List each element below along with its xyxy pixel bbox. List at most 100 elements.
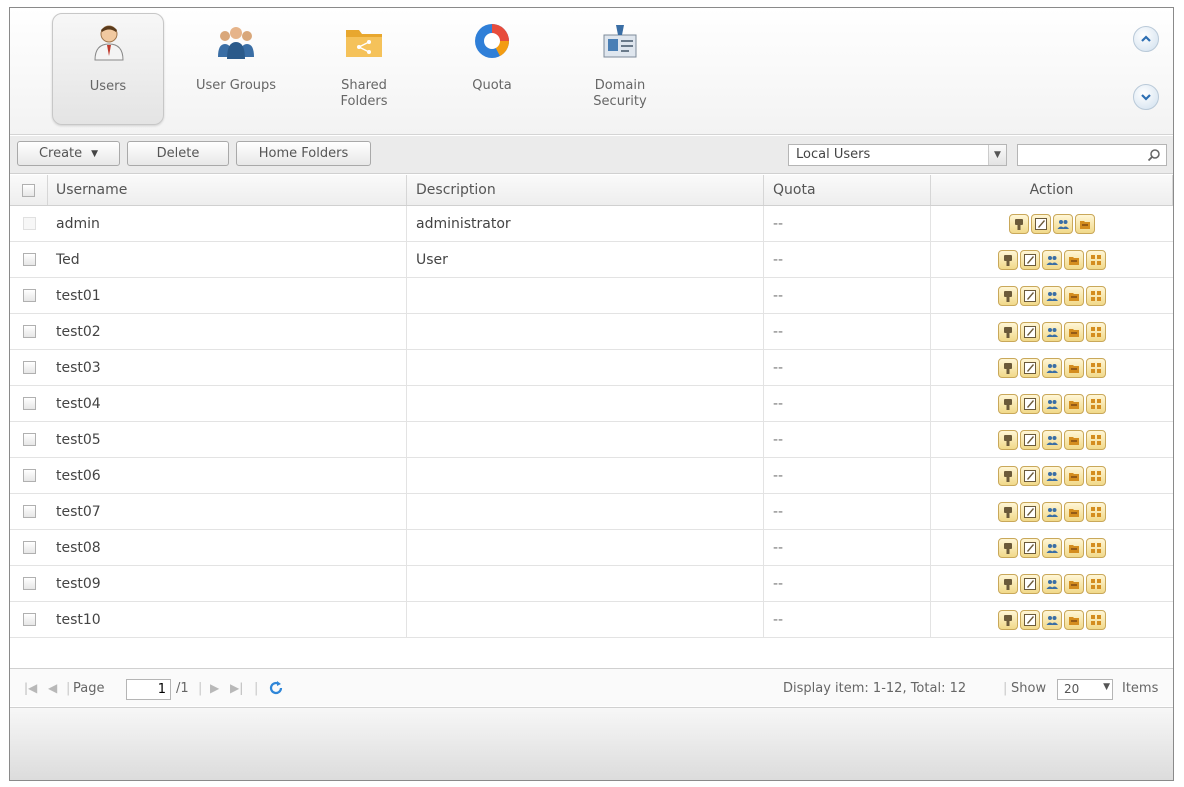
edit-profile-button[interactable] — [1020, 537, 1040, 558]
row-checkbox[interactable] — [22, 361, 36, 374]
edit-group-button[interactable] — [1042, 465, 1062, 486]
scroll-down-button[interactable] — [1133, 84, 1159, 110]
change-password-button[interactable] — [998, 249, 1018, 270]
next-page-icon[interactable]: ▶ — [210, 669, 219, 707]
change-password-button[interactable] — [998, 429, 1018, 450]
application-privilege-button[interactable] — [1086, 249, 1106, 270]
edit-shared-folder-button[interactable] — [1064, 537, 1084, 558]
user-type-select[interactable]: Local Users ▼ — [788, 144, 1007, 166]
row-checkbox[interactable] — [22, 289, 36, 302]
table-row[interactable]: admin administrator -- — [10, 206, 1173, 242]
edit-group-button[interactable] — [1042, 321, 1062, 342]
row-checkbox[interactable] — [22, 253, 36, 266]
table-row[interactable]: test09 -- — [10, 566, 1173, 602]
change-password-button[interactable] — [998, 285, 1018, 306]
table-row[interactable]: test03 -- — [10, 350, 1173, 386]
edit-shared-folder-button[interactable] — [1075, 213, 1095, 234]
nav-domain-security[interactable]: Domain Security — [564, 13, 676, 125]
previous-page-icon[interactable]: ◀ — [48, 669, 57, 707]
row-checkbox[interactable] — [22, 613, 36, 626]
edit-shared-folder-button[interactable] — [1064, 465, 1084, 486]
application-privilege-button[interactable] — [1086, 393, 1106, 414]
edit-profile-button[interactable] — [1020, 285, 1040, 306]
application-privilege-button[interactable] — [1086, 285, 1106, 306]
scroll-up-button[interactable] — [1133, 26, 1159, 52]
table-row[interactable]: test06 -- — [10, 458, 1173, 494]
table-row[interactable]: Ted User -- — [10, 242, 1173, 278]
edit-profile-button[interactable] — [1020, 609, 1040, 630]
change-password-button[interactable] — [998, 609, 1018, 630]
edit-shared-folder-button[interactable] — [1064, 321, 1084, 342]
application-privilege-button[interactable] — [1086, 321, 1106, 342]
edit-profile-button[interactable] — [1020, 249, 1040, 270]
table-row[interactable]: test01 -- — [10, 278, 1173, 314]
last-page-icon[interactable]: ▶| — [230, 669, 243, 707]
edit-shared-folder-button[interactable] — [1064, 429, 1084, 450]
home-folders-button[interactable]: Home Folders — [236, 141, 371, 166]
change-password-button[interactable] — [998, 465, 1018, 486]
nav-shared-folders[interactable]: Shared Folders — [308, 13, 420, 125]
column-header-username[interactable]: Username — [48, 175, 407, 205]
change-password-button[interactable] — [998, 393, 1018, 414]
edit-profile-button[interactable] — [1020, 357, 1040, 378]
edit-group-button[interactable] — [1042, 609, 1062, 630]
edit-profile-button[interactable] — [1020, 321, 1040, 342]
page-number-input[interactable] — [126, 679, 171, 700]
edit-group-button[interactable] — [1042, 573, 1062, 594]
application-privilege-button[interactable] — [1086, 537, 1106, 558]
column-header-description[interactable]: Description — [407, 175, 764, 205]
nav-quota[interactable]: Quota — [436, 13, 548, 125]
nav-users[interactable]: Users — [52, 13, 164, 125]
delete-button[interactable]: Delete — [127, 141, 229, 166]
change-password-button[interactable] — [998, 357, 1018, 378]
edit-shared-folder-button[interactable] — [1064, 393, 1084, 414]
select-all-checkbox[interactable] — [22, 183, 35, 197]
application-privilege-button[interactable] — [1086, 465, 1106, 486]
row-checkbox[interactable] — [22, 469, 36, 482]
edit-shared-folder-button[interactable] — [1064, 609, 1084, 630]
edit-profile-button[interactable] — [1020, 465, 1040, 486]
edit-profile-button[interactable] — [1020, 429, 1040, 450]
change-password-button[interactable] — [1009, 213, 1029, 234]
edit-profile-button[interactable] — [1020, 573, 1040, 594]
table-row[interactable]: test10 -- — [10, 602, 1173, 638]
row-checkbox[interactable] — [22, 505, 36, 518]
search-input[interactable] — [1017, 144, 1167, 166]
edit-group-button[interactable] — [1042, 537, 1062, 558]
refresh-icon[interactable] — [268, 669, 284, 707]
application-privilege-button[interactable] — [1086, 429, 1106, 450]
application-privilege-button[interactable] — [1086, 357, 1106, 378]
edit-group-button[interactable] — [1042, 285, 1062, 306]
first-page-icon[interactable]: |◀ — [24, 669, 37, 707]
application-privilege-button[interactable] — [1086, 573, 1106, 594]
application-privilege-button[interactable] — [1086, 501, 1106, 522]
edit-shared-folder-button[interactable] — [1064, 357, 1084, 378]
change-password-button[interactable] — [998, 537, 1018, 558]
edit-group-button[interactable] — [1042, 429, 1062, 450]
row-checkbox[interactable] — [22, 541, 36, 554]
edit-profile-button[interactable] — [1020, 501, 1040, 522]
row-checkbox[interactable] — [22, 433, 36, 446]
edit-shared-folder-button[interactable] — [1064, 285, 1084, 306]
edit-group-button[interactable] — [1042, 357, 1062, 378]
row-checkbox[interactable] — [22, 325, 36, 338]
column-header-quota[interactable]: Quota — [764, 175, 931, 205]
table-row[interactable]: test02 -- — [10, 314, 1173, 350]
change-password-button[interactable] — [998, 501, 1018, 522]
edit-group-button[interactable] — [1042, 501, 1062, 522]
application-privilege-button[interactable] — [1086, 609, 1106, 630]
nav-user-groups[interactable]: User Groups — [180, 13, 292, 125]
table-row[interactable]: test05 -- — [10, 422, 1173, 458]
edit-shared-folder-button[interactable] — [1064, 249, 1084, 270]
create-button[interactable]: Create ▼ — [17, 141, 120, 166]
edit-group-button[interactable] — [1042, 249, 1062, 270]
table-row[interactable]: test07 -- — [10, 494, 1173, 530]
page-size-select[interactable]: 20 ▼ — [1057, 679, 1113, 700]
edit-group-button[interactable] — [1042, 393, 1062, 414]
change-password-button[interactable] — [998, 321, 1018, 342]
edit-profile-button[interactable] — [1020, 393, 1040, 414]
change-password-button[interactable] — [998, 573, 1018, 594]
row-checkbox[interactable] — [22, 577, 36, 590]
edit-profile-button[interactable] — [1031, 213, 1051, 234]
edit-shared-folder-button[interactable] — [1064, 501, 1084, 522]
